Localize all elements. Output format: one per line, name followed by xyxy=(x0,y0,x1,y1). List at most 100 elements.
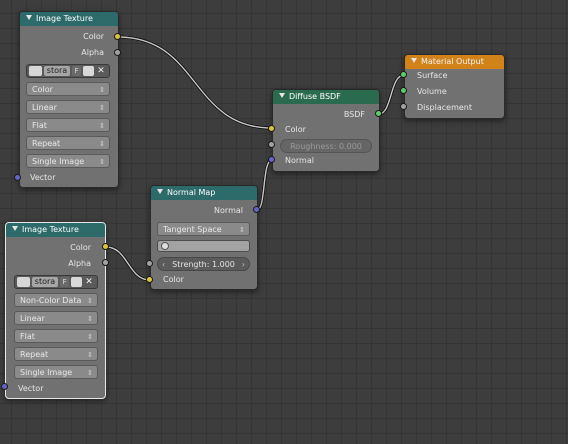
dropdown-arrow-icon: ⇕ xyxy=(99,86,105,94)
diffuse-bsdf-output-socket[interactable] xyxy=(375,110,382,117)
input-color-label: Color xyxy=(285,125,306,134)
node-header[interactable]: Diffuse BSDF xyxy=(273,90,379,104)
image-browse-icon[interactable] xyxy=(29,66,42,76)
node-collapse-triangle-icon[interactable] xyxy=(411,58,417,63)
extension-value: Repeat xyxy=(32,139,61,148)
img2-alpha-output-socket[interactable] xyxy=(102,259,109,266)
input-volume-label: Volume xyxy=(417,87,447,96)
image-browse-icon[interactable] xyxy=(17,277,30,287)
folder-open-icon[interactable] xyxy=(83,66,94,76)
diffuse-roughness-input-socket[interactable] xyxy=(268,141,275,148)
space-value: Tangent Space xyxy=(163,225,222,234)
extension-dropdown[interactable]: Repeat ⇕ xyxy=(14,347,98,361)
source-value: Single Image xyxy=(32,157,85,166)
unlink-x-icon[interactable]: ✕ xyxy=(84,277,94,287)
output-alpha-label: Alpha xyxy=(81,48,104,57)
interpolation-dropdown[interactable]: Linear ⇕ xyxy=(26,100,110,114)
dropdown-arrow-icon: ⇕ xyxy=(99,140,105,148)
input-vector-label: Vector xyxy=(30,173,56,182)
dropdown-arrow-icon: ⇕ xyxy=(87,333,93,341)
link-normalmap-normal-to-diffuse-normal xyxy=(256,158,273,212)
output-color-label: Color xyxy=(83,32,104,41)
img2-color-output-socket[interactable] xyxy=(102,243,109,250)
material-output-node[interactable]: Material Output Surface Volume Displacem… xyxy=(404,54,505,119)
node-header[interactable]: Image Texture xyxy=(20,12,118,26)
node-title: Material Output xyxy=(421,57,484,66)
link-img2-color-to-normalmap-color xyxy=(105,245,151,282)
output-bsdf-label: BSDF xyxy=(343,110,365,119)
output-volume-input-socket[interactable] xyxy=(400,87,407,94)
projection-value: Flat xyxy=(32,121,47,130)
dropdown-arrow-icon: ⇕ xyxy=(87,297,93,305)
output-normal-label: Normal xyxy=(214,206,243,215)
input-surface-label: Surface xyxy=(417,71,448,80)
projection-dropdown[interactable]: Flat ⇕ xyxy=(14,329,98,343)
source-dropdown[interactable]: Single Image ⇕ xyxy=(26,154,110,168)
color-space-value: Non-Color Data xyxy=(20,296,82,305)
strength-value: 1.000 xyxy=(211,260,235,269)
input-vector-label: Vector xyxy=(18,384,44,393)
space-dropdown[interactable]: Tangent Space ⇕ xyxy=(157,222,250,236)
node-title: Normal Map xyxy=(167,188,216,197)
dropdown-arrow-icon: ⇕ xyxy=(99,158,105,166)
fake-user-button[interactable]: F xyxy=(60,277,69,287)
output-alpha-label: Alpha xyxy=(68,259,91,268)
diffuse-color-input-socket[interactable] xyxy=(268,125,275,132)
color-space-value: Color xyxy=(32,85,53,94)
interpolation-value: Linear xyxy=(32,103,57,112)
normalmap-strength-input-socket[interactable] xyxy=(146,260,153,267)
normalmap-normal-output-socket[interactable] xyxy=(253,206,260,213)
diffuse-normal-input-socket[interactable] xyxy=(268,156,275,163)
node-title: Diffuse BSDF xyxy=(289,92,341,101)
extension-dropdown[interactable]: Repeat ⇕ xyxy=(26,136,110,150)
node-collapse-triangle-icon[interactable] xyxy=(157,189,163,194)
image-name-field[interactable]: stora xyxy=(44,66,70,76)
image-texture-node-1[interactable]: Image Texture Color Alpha stora F ✕ Colo… xyxy=(19,11,119,188)
unlink-x-icon[interactable]: ✕ xyxy=(96,66,106,76)
img1-alpha-output-socket[interactable] xyxy=(114,49,121,56)
image-selector[interactable]: stora F ✕ xyxy=(26,64,110,78)
projection-dropdown[interactable]: Flat ⇕ xyxy=(26,118,110,132)
input-displacement-label: Displacement xyxy=(417,103,472,112)
node-collapse-triangle-icon[interactable] xyxy=(12,226,18,231)
strength-label: Strength: xyxy=(172,260,210,269)
node-title: Image Texture xyxy=(22,225,79,234)
decrement-arrow-icon[interactable]: ‹ xyxy=(162,258,165,272)
dropdown-arrow-icon: ⇕ xyxy=(239,226,245,234)
projection-value: Flat xyxy=(20,332,35,341)
node-collapse-triangle-icon[interactable] xyxy=(26,15,32,20)
roughness-label: Roughness: xyxy=(290,142,337,151)
node-header[interactable]: Normal Map xyxy=(151,186,257,200)
increment-arrow-icon[interactable]: › xyxy=(242,258,245,272)
strength-field[interactable]: ‹ Strength: 1.000 › xyxy=(157,257,250,271)
img1-vector-input-socket[interactable] xyxy=(14,174,21,181)
roughness-field[interactable]: Roughness: 0.000 xyxy=(280,139,372,153)
img1-color-output-socket[interactable] xyxy=(114,33,121,40)
image-name-field[interactable]: stora xyxy=(32,277,58,287)
img2-vector-input-socket[interactable] xyxy=(1,383,8,390)
color-space-dropdown[interactable]: Non-Color Data ⇕ xyxy=(14,293,98,307)
node-title: Image Texture xyxy=(36,14,93,23)
fake-user-button[interactable]: F xyxy=(72,66,81,76)
node-header[interactable]: Material Output xyxy=(405,55,504,69)
folder-open-icon[interactable] xyxy=(71,277,82,287)
uv-map-selector[interactable] xyxy=(157,240,250,252)
output-surface-input-socket[interactable] xyxy=(400,71,407,78)
normalmap-color-input-socket[interactable] xyxy=(146,276,153,283)
interpolation-dropdown[interactable]: Linear ⇕ xyxy=(14,311,98,325)
normal-map-node[interactable]: Normal Map Normal Tangent Space ⇕ ‹ Stren… xyxy=(150,185,258,290)
color-space-dropdown[interactable]: Color ⇕ xyxy=(26,82,110,96)
dropdown-arrow-icon: ⇕ xyxy=(87,315,93,323)
roughness-value: 0.000 xyxy=(338,142,362,151)
node-collapse-triangle-icon[interactable] xyxy=(279,93,285,98)
link-img1-color-to-diffuse-color xyxy=(117,35,273,130)
image-selector[interactable]: stora F ✕ xyxy=(14,275,98,289)
node-header[interactable]: Image Texture xyxy=(6,223,105,237)
input-normal-label: Normal xyxy=(285,156,314,165)
diffuse-bsdf-node[interactable]: Diffuse BSDF BSDF Color Roughness: 0.000… xyxy=(272,89,380,172)
extension-value: Repeat xyxy=(20,350,49,359)
output-displacement-input-socket[interactable] xyxy=(400,103,407,110)
dropdown-arrow-icon: ⇕ xyxy=(99,122,105,130)
image-texture-node-2[interactable]: Image Texture Color Alpha stora F ✕ Non-… xyxy=(5,222,106,399)
source-dropdown[interactable]: Single Image ⇕ xyxy=(14,365,98,379)
